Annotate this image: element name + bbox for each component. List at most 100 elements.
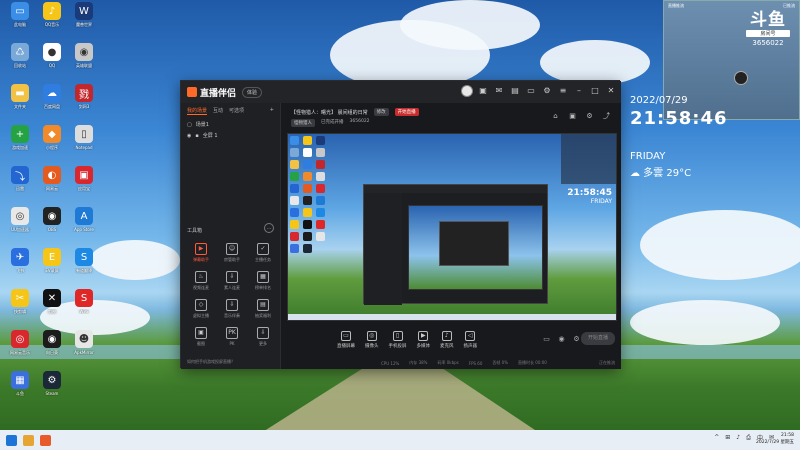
desktop-icon[interactable]: ☻ ApkMirror bbox=[68, 330, 100, 370]
source-control[interactable]: ▭ 直播屏幕 bbox=[337, 331, 355, 349]
desktop-icon[interactable]: ♺ 回收站 bbox=[4, 43, 36, 83]
scene-lock-icon[interactable]: ▪ bbox=[195, 133, 198, 139]
menu-icon[interactable]: ≡ bbox=[557, 85, 569, 97]
eye-toggle-icon[interactable]: ◉ bbox=[557, 335, 566, 344]
add-icon[interactable]: + bbox=[270, 107, 274, 115]
desktop-icon[interactable]: ✕ 剪映 bbox=[36, 289, 68, 329]
tray-icon[interactable]: ⊞ bbox=[725, 434, 730, 441]
preview-icon bbox=[303, 232, 312, 241]
scene-item[interactable]: ◉ ▪ 全屏 1 bbox=[181, 130, 280, 141]
desktop-icon[interactable]: ◎ 网易云音乐 bbox=[4, 330, 36, 370]
tray-clock[interactable]: 21:58 2022/7/29 星期五 bbox=[756, 432, 794, 446]
widget-left-label: 直播推流 bbox=[668, 3, 684, 8]
tool-item[interactable]: ♨ 视频连麦 bbox=[187, 271, 215, 291]
live-tag[interactable]: 开始直播 bbox=[394, 108, 419, 116]
streaming-app-window[interactable]: 直播伴侣 体验 ▣ ✉ ▤ ▭ ⚙ ≡ – □ ✕ 我的场景 互动 可选项 + … bbox=[180, 80, 621, 369]
category-tag[interactable]: 怪物猎人 bbox=[291, 119, 315, 127]
source-control[interactable]: ▶ 多媒体 bbox=[417, 331, 430, 349]
eye-icon[interactable]: ◉ bbox=[187, 133, 191, 139]
desktop-icon[interactable]: ▭ 此电脑 bbox=[4, 2, 36, 42]
minimize-icon[interactable]: – bbox=[573, 85, 585, 97]
settings-room-icon[interactable]: ⚙ bbox=[585, 112, 594, 121]
desktop-icon[interactable]: ♪ QQ音乐 bbox=[36, 2, 68, 42]
desktop-icon[interactable]: ▦ 斗鱼 bbox=[4, 371, 36, 411]
preview-icon bbox=[316, 232, 325, 241]
desktop-icon[interactable]: + 游戏加速 bbox=[4, 125, 36, 165]
desktop-icon[interactable]: ✈ 飞书 bbox=[4, 248, 36, 288]
desktop-icon[interactable]: ▣ 应用宝 bbox=[68, 166, 100, 206]
tray-icon[interactable]: ♪ bbox=[736, 434, 740, 441]
app-icon: ▯ bbox=[75, 125, 93, 143]
desktop-icon[interactable]: ⤵ 迅雷 bbox=[4, 166, 36, 206]
desktop-icon[interactable]: S WPS bbox=[68, 289, 100, 329]
version-pill[interactable]: 体验 bbox=[242, 86, 263, 98]
tool-item[interactable]: PK PK bbox=[218, 327, 246, 347]
tool-item[interactable]: ⇩ 音乐伴奏 bbox=[218, 299, 246, 319]
cast-icon[interactable]: ▭ bbox=[525, 85, 537, 97]
file-explorer-icon[interactable] bbox=[23, 434, 34, 446]
user-avatar[interactable] bbox=[461, 85, 473, 97]
tool-item[interactable]: ▶ 弹幕助手 bbox=[187, 243, 215, 263]
tool-item[interactable]: ⇩ 素人连麦 bbox=[218, 271, 246, 291]
scene-item-label: 全屏 1 bbox=[202, 133, 218, 139]
toolbox-more-icon[interactable]: … bbox=[264, 223, 274, 233]
source-control[interactable]: ♪ 麦克风 bbox=[440, 331, 454, 349]
close-icon[interactable]: ✕ bbox=[605, 85, 617, 97]
preview-icon bbox=[290, 196, 299, 205]
maximize-icon[interactable]: □ bbox=[589, 85, 601, 97]
tray-icon[interactable]: ⎙ bbox=[746, 434, 751, 442]
live-preview[interactable]: 21:58:45 FRIDAY bbox=[287, 133, 617, 321]
settings-icon[interactable]: ⚙ bbox=[541, 85, 553, 97]
control-settings-icon[interactable]: ⚙ bbox=[572, 335, 581, 344]
desktop-icon[interactable]: ◐ 网易云 bbox=[36, 166, 68, 206]
desktop-icon[interactable]: ☁ 百度网盘 bbox=[36, 84, 68, 124]
desktop-icon[interactable]: 戮剑网3 bbox=[68, 84, 100, 124]
tab-options[interactable]: 可选项 bbox=[229, 107, 244, 115]
desktop-icon[interactable]: ● QQ bbox=[36, 43, 68, 83]
camera-icon[interactable]: ▭ bbox=[542, 335, 551, 344]
desktop-icon[interactable]: ▬ 文件夹 bbox=[4, 84, 36, 124]
lock-room-icon[interactable]: ▣ bbox=[568, 112, 577, 121]
start-live-button[interactable]: 开始直播 bbox=[581, 332, 615, 345]
tool-item[interactable]: ◇ 虚拟主播 bbox=[187, 299, 215, 319]
start-icon[interactable] bbox=[6, 434, 17, 446]
tab-interact[interactable]: 互动 bbox=[213, 107, 223, 115]
edit-tag[interactable]: 修改 bbox=[373, 108, 389, 116]
desktop-icon[interactable]: ◉ OBS bbox=[36, 207, 68, 247]
home-icon[interactable]: ⌂ bbox=[551, 112, 560, 121]
scene-header[interactable]: ▢ 场景1 bbox=[181, 119, 280, 130]
tool-item[interactable]: ▤ 抽奖福利 bbox=[249, 299, 277, 319]
taskbar-app-icon[interactable] bbox=[40, 434, 51, 446]
message-icon[interactable]: ✉ bbox=[493, 85, 505, 97]
tool-item[interactable]: ⇩ 更多 bbox=[249, 327, 277, 347]
desktop-icon[interactable]: W 魔兽世界 bbox=[68, 2, 100, 42]
tool-item[interactable]: ✓ 主播任务 bbox=[249, 243, 277, 263]
desktop-icon[interactable]: ◉ 英雄联盟 bbox=[68, 43, 100, 83]
lock-icon[interactable]: ▢ bbox=[187, 122, 192, 128]
app-icon: ▣ bbox=[75, 166, 93, 184]
desktop-icon[interactable]: ◎ UU加速器 bbox=[4, 207, 36, 247]
desktop-icon-label: 游戏加速 bbox=[12, 145, 28, 150]
bag-icon[interactable]: ▤ bbox=[509, 85, 521, 97]
tool-item[interactable]: ▦ 榜单排名 bbox=[249, 271, 277, 291]
desktop-icon[interactable]: ⚙ Steam bbox=[36, 371, 68, 411]
desktop-icon[interactable]: E EV录屏 bbox=[36, 248, 68, 288]
desktop-icon[interactable]: ▯ Notepad bbox=[68, 125, 100, 165]
app-titlebar[interactable]: 直播伴侣 体验 ▣ ✉ ▤ ▭ ⚙ ≡ – □ ✕ bbox=[181, 81, 621, 103]
tab-scenes[interactable]: 我的场景 bbox=[187, 107, 208, 115]
source-control[interactable]: ◁ 扬声器 bbox=[464, 331, 477, 349]
desktop-icon[interactable]: A App Store bbox=[68, 207, 100, 247]
desktop-icon[interactable]: ◆ 小程序 bbox=[36, 125, 68, 165]
source-control[interactable]: ▯ 手机投屏 bbox=[389, 331, 407, 349]
desktop-icon[interactable]: ✂ 快剪辑 bbox=[4, 289, 36, 329]
gift-icon[interactable]: ▣ bbox=[477, 85, 489, 97]
share-icon[interactable]: ⤴ bbox=[602, 112, 611, 121]
tool-item[interactable]: ☺ 房管助手 bbox=[218, 243, 246, 263]
desktop-icon[interactable]: ◉ 向日葵 bbox=[36, 330, 68, 370]
desktop-icon[interactable]: S 有道翻译 bbox=[68, 248, 100, 288]
tool-item[interactable]: ▣ 截图 bbox=[187, 327, 215, 347]
bottom-hint[interactable]: 如何把手机游戏投屏直播？ bbox=[187, 359, 235, 365]
source-control[interactable]: ◎ 摄像头 bbox=[365, 331, 379, 349]
room-id: 3656022 bbox=[349, 119, 370, 124]
tray-icon[interactable]: ^ bbox=[714, 434, 719, 441]
